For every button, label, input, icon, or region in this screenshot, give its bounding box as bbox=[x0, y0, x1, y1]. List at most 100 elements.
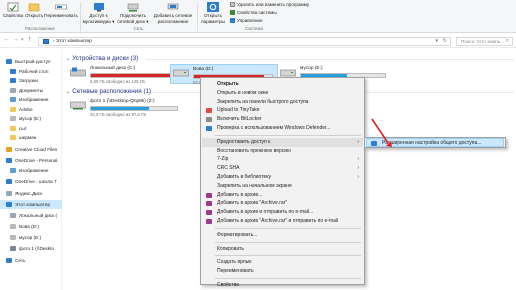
nav-folder-syt[interactable]: сыт bbox=[0, 124, 62, 133]
nav-vova-d[interactable]: Вова (D:) bbox=[0, 222, 62, 231]
nav-adobe[interactable]: Adobe bbox=[0, 105, 62, 114]
menu-item-13[interactable]: Добавить в архив... bbox=[202, 191, 363, 200]
nav-documents[interactable]: Документы bbox=[0, 86, 62, 95]
forward-arrow-icon[interactable]: → bbox=[12, 36, 19, 43]
group-network: Сеть bbox=[133, 26, 144, 31]
open-button[interactable]: Открыть bbox=[24, 2, 44, 19]
properties-icon bbox=[7, 2, 19, 12]
desktop-icon bbox=[10, 68, 16, 74]
chevron-down-icon: ⌄ bbox=[66, 89, 71, 95]
open-settings-button[interactable]: Открыть параметры bbox=[199, 2, 227, 24]
section-divider bbox=[146, 59, 514, 60]
menu-item-4[interactable]: Включить BitLocker bbox=[202, 115, 363, 124]
nav-downloads[interactable]: Загрузки bbox=[0, 76, 62, 85]
nav-onedrive-school[interactable]: OneDrive - школа 7 bbox=[0, 177, 62, 186]
menu-item-18[interactable]: Форматировать... bbox=[202, 231, 363, 240]
star-icon bbox=[6, 59, 12, 64]
system-properties-button[interactable]: Свойства системы bbox=[230, 10, 277, 15]
chevron-right-icon: › bbox=[357, 138, 359, 145]
nav-this-pc[interactable]: Этот компьютер bbox=[0, 200, 62, 210]
folder-icon bbox=[10, 135, 16, 140]
properties-button[interactable]: Свойства bbox=[2, 2, 24, 19]
drive-icon bbox=[10, 213, 16, 218]
chevron-right-icon: › bbox=[357, 156, 359, 163]
chevron-right-icon: › bbox=[357, 165, 359, 172]
search-input[interactable]: Поиск: Этот компь... ⌕ bbox=[456, 37, 513, 46]
menu-item-16[interactable]: Добавить в архив "Archive.rar" и отправи… bbox=[202, 217, 363, 226]
address-dropdown-icon[interactable]: ▾ bbox=[435, 38, 438, 44]
menu-item-23[interactable]: Переименовать bbox=[202, 267, 363, 276]
nav-pictures[interactable]: Изображение bbox=[0, 95, 62, 104]
drive-c[interactable]: Локальный диск (C:) 5,69 ГБ свободно из … bbox=[70, 66, 182, 85]
recent-locations-icon[interactable]: ▾ bbox=[21, 37, 24, 43]
menu-item-20[interactable]: Копировать bbox=[202, 245, 363, 254]
menu-item-15[interactable]: Добавить в архив и отправить по e-mail..… bbox=[202, 208, 363, 217]
menu-separator bbox=[215, 241, 361, 243]
yandex-disk-icon bbox=[6, 190, 12, 196]
drive-z[interactable]: фото 1 (\\Desktop-Qnp9k) (Z:) 32,5 ГБ св… bbox=[70, 99, 185, 118]
ribbon-separator bbox=[80, 3, 81, 31]
up-arrow-icon[interactable]: ↑ bbox=[28, 36, 32, 43]
menu-item-3[interactable]: Upload to TinyTake bbox=[202, 106, 363, 115]
menu-item-9[interactable]: 7-Zip › bbox=[202, 155, 363, 164]
address-row: ← → ▾ ↑ › Этот компьютер ▾ ↻ Поиск: Этот… bbox=[0, 34, 516, 48]
menu-item-10[interactable]: CRC SHA › bbox=[202, 164, 363, 173]
menu-separator bbox=[215, 227, 361, 229]
defender-icon bbox=[206, 126, 212, 131]
nav-local-disk-c[interactable]: Локальный диск ( bbox=[0, 211, 62, 220]
menu-item-14[interactable]: Добавить в архив "Archive.rar" bbox=[202, 199, 363, 208]
menu-item-22[interactable]: Создать ярлык bbox=[202, 258, 363, 267]
nav-folder-sherman[interactable]: шерман bbox=[0, 133, 62, 142]
nav-photo-network[interactable]: фото 1 (\\Deskto bbox=[0, 244, 62, 253]
media-icon bbox=[93, 2, 105, 12]
ribbon-separator bbox=[197, 3, 198, 31]
nav-network[interactable]: Сеть bbox=[0, 256, 62, 265]
menu-item-1[interactable]: Открыть в новом окне bbox=[202, 89, 363, 98]
uninstall-program-button[interactable]: Удалить или изменить программу bbox=[230, 2, 309, 7]
tinytake-icon bbox=[206, 108, 212, 114]
menu-item-5[interactable]: Проверка с использованием Windows Defend… bbox=[202, 124, 363, 133]
add-network-location-button[interactable]: Добавить сетевое расположение bbox=[151, 2, 195, 24]
menu-separator bbox=[215, 255, 361, 257]
breadcrumb[interactable]: › Этот компьютер bbox=[53, 39, 92, 44]
computer-icon bbox=[6, 202, 12, 207]
nav-desktop[interactable]: Рабочий стол bbox=[0, 67, 62, 76]
address-bar[interactable]: › Этот компьютер ▾ ↻ bbox=[38, 37, 451, 46]
chevron-down-icon: ⌄ bbox=[66, 56, 71, 62]
menu-separator bbox=[215, 278, 361, 279]
back-arrow-icon[interactable]: ← bbox=[3, 36, 10, 43]
refresh-icon[interactable]: ↻ bbox=[443, 38, 447, 44]
nav-trash-e2[interactable]: мусор (E:) bbox=[0, 233, 62, 242]
section-network-locations[interactable]: ⌄ Сетевые расположения (1) bbox=[66, 88, 151, 95]
menu-item-12[interactable]: Закрепить на начальном экране bbox=[202, 182, 363, 191]
nav-quick-access[interactable]: Быстрый доступ bbox=[0, 57, 62, 66]
section-devices[interactable]: ⌄ Устройства и диски (3) bbox=[66, 55, 138, 62]
drive-usage-bar bbox=[90, 106, 178, 111]
rename-button[interactable]: Переименовать bbox=[44, 2, 78, 19]
menu-item-25[interactable]: Свойства bbox=[202, 281, 363, 290]
map-network-drive-button[interactable]: Подключить сетевой диск ▾ bbox=[115, 2, 151, 24]
gear-icon bbox=[207, 2, 219, 12]
computer-manage-icon bbox=[230, 18, 235, 23]
menu-item-2[interactable]: Закрепить на панели быстрого доступа bbox=[202, 98, 363, 107]
manage-button[interactable]: Управление bbox=[230, 18, 263, 23]
nav-onedrive-personal[interactable]: OneDrive - Personal bbox=[0, 156, 62, 165]
red-arrow-annotation bbox=[371, 118, 392, 147]
documents-icon bbox=[10, 87, 16, 93]
menu-item-11[interactable]: Добавить в библиотеку › bbox=[202, 173, 363, 182]
pictures-icon bbox=[10, 167, 16, 173]
nav-onedrive-pictures[interactable]: Изображение bbox=[0, 166, 62, 175]
nav-yandex-disk[interactable]: Яндекс.Диск bbox=[0, 189, 62, 198]
drive-icon bbox=[10, 235, 16, 240]
nav-trash-e[interactable]: мусор (E:) bbox=[0, 114, 62, 123]
media-access-button[interactable]: Доступ к мультимедиа ▾ bbox=[82, 2, 115, 24]
menu-item-0[interactable]: Открыть bbox=[202, 80, 363, 89]
nav-creative-cloud[interactable]: Creative Cloud Files bbox=[0, 145, 62, 154]
menu-item-7[interactable]: Предоставить доступ к › bbox=[202, 137, 363, 147]
drive-icon bbox=[10, 224, 16, 229]
rename-icon bbox=[55, 2, 67, 12]
pictures-icon bbox=[10, 97, 16, 102]
menu-item-8[interactable]: Восстановить прежнюю версию bbox=[202, 147, 363, 156]
search-icon: ⌕ bbox=[505, 38, 509, 44]
group-location: Расположение bbox=[25, 26, 55, 31]
